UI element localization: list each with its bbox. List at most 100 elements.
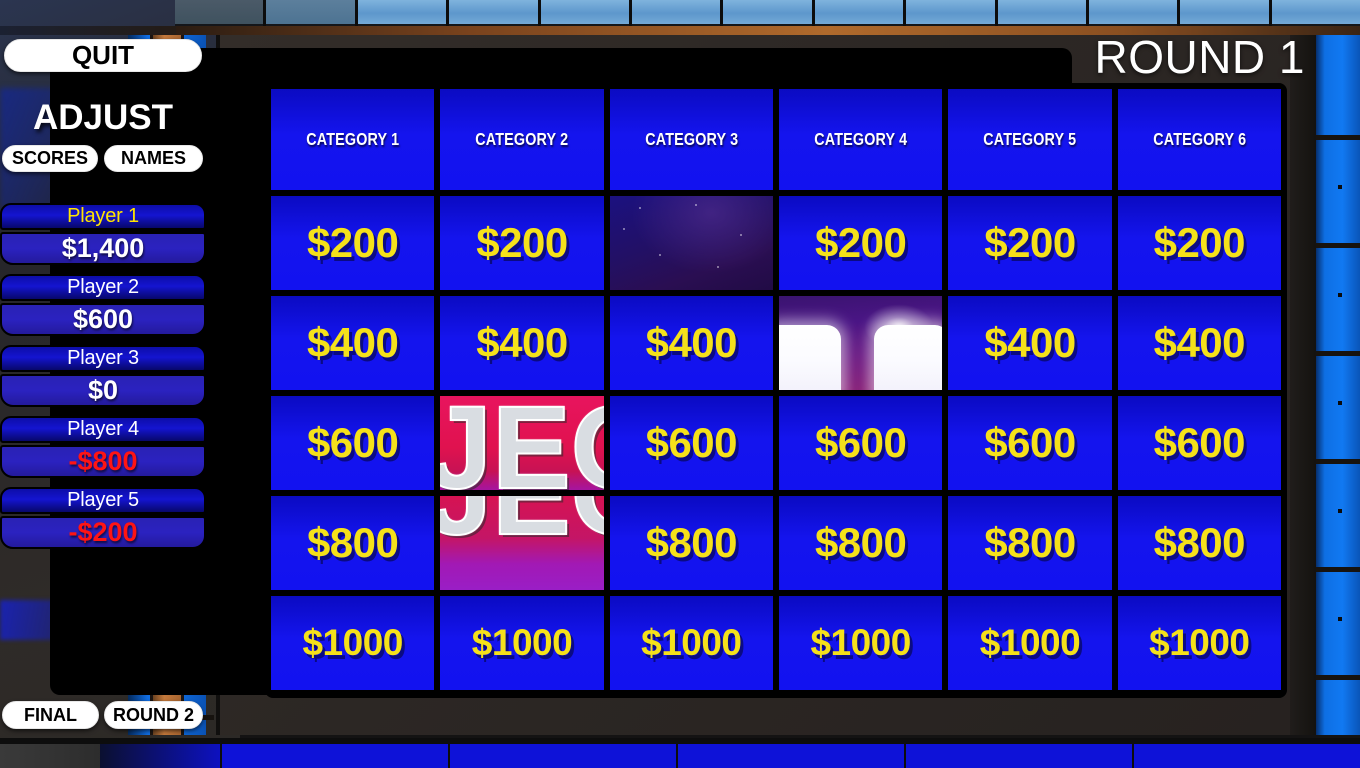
- background-panel-tile: [723, 0, 812, 26]
- background-panel-tile: [1271, 0, 1360, 26]
- clue-value: $1000: [1149, 622, 1250, 663]
- clue-cell-revealed-r4-c2[interactable]: JEO: [440, 496, 604, 590]
- clue-cell-r4-c5[interactable]: $800: [948, 496, 1112, 590]
- clue-cell-r5-c1[interactable]: $1000: [271, 596, 435, 690]
- background-column-divider: [1316, 675, 1360, 680]
- player-name[interactable]: Player 3: [0, 345, 206, 372]
- background-panel-tile: [997, 0, 1086, 26]
- player-score-panel: Player 1 $1,400 Player 2 $600 Player 3 $0 Play…: [0, 203, 206, 558]
- clue-cell-r3-c5[interactable]: $600: [948, 396, 1112, 490]
- background-bottom-segment: [100, 744, 220, 768]
- clue-cell-r3-c4[interactable]: $600: [778, 396, 943, 490]
- clue-cell-r5-c4[interactable]: $1000: [778, 596, 943, 690]
- clue-value: $1000: [979, 622, 1081, 663]
- final-jeopardy-button[interactable]: FINAL: [2, 701, 99, 729]
- background-bottom-segments: [100, 744, 1360, 768]
- clue-cell-r3-c6[interactable]: $600: [1117, 396, 1281, 490]
- clue-value: $800: [306, 519, 399, 566]
- game-stage: ROUND 1 CATEGORY 1 CATEGORY 2 CATEGORY 3 CA…: [0, 0, 1360, 768]
- player-name[interactable]: Player 5: [0, 487, 206, 514]
- clue-value: $200: [1153, 219, 1246, 266]
- background-panel-tile: [906, 0, 995, 26]
- background-top-panel-strip: [175, 0, 1360, 26]
- media-podium-shape: [778, 324, 842, 390]
- player-score[interactable]: -$200: [0, 516, 206, 549]
- clue-value: $200: [476, 219, 568, 266]
- clue-grid: CATEGORY 1 CATEGORY 2 CATEGORY 3 CATEGORY 4…: [265, 83, 1287, 698]
- clue-cell-r2-c1[interactable]: $400: [271, 296, 435, 390]
- media-jeopardy-logo-text: JEO: [440, 496, 603, 562]
- clue-value: $600: [814, 419, 907, 466]
- player-entry[interactable]: Player 3 $0: [0, 345, 206, 407]
- category-header-6[interactable]: CATEGORY 6: [1117, 89, 1281, 190]
- round-2-button[interactable]: ROUND 2: [104, 701, 203, 729]
- clue-cell-revealed-r3-c2[interactable]: JEO: [440, 396, 604, 490]
- clue-cell-r5-c5[interactable]: $1000: [948, 596, 1112, 690]
- adjust-label: ADJUST: [32, 98, 174, 137]
- adjust-scores-button[interactable]: SCORES: [2, 145, 98, 172]
- clue-cell-r3-c1[interactable]: $600: [271, 396, 435, 490]
- background-column-divider: [1316, 459, 1360, 464]
- player-entry[interactable]: Player 4 -$800: [0, 416, 206, 478]
- clue-cell-r4-c6[interactable]: $800: [1117, 496, 1281, 590]
- background-column-dot: [1338, 509, 1342, 513]
- category-header-5[interactable]: CATEGORY 5: [948, 89, 1112, 190]
- category-header-2[interactable]: CATEGORY 2: [440, 89, 604, 190]
- clue-cell-r1-c4[interactable]: $200: [778, 196, 943, 290]
- clue-value: $1000: [641, 622, 742, 663]
- player-name[interactable]: Player 1: [0, 203, 206, 230]
- player-name[interactable]: Player 2: [0, 274, 206, 301]
- clue-cell-r3-c3[interactable]: $600: [609, 396, 773, 490]
- category-header-3[interactable]: CATEGORY 3: [609, 89, 773, 190]
- clue-cell-r1-c6[interactable]: $200: [1117, 196, 1281, 290]
- clue-cell-r1-c2[interactable]: $200: [440, 196, 604, 290]
- category-label: CATEGORY 1: [306, 129, 400, 149]
- player-entry[interactable]: Player 1 $1,400: [0, 203, 206, 265]
- background-column-divider: [1316, 351, 1360, 356]
- player-entry[interactable]: Player 2 $600: [0, 274, 206, 336]
- player-score[interactable]: $0: [0, 374, 206, 407]
- round-title: ROUND 1: [1094, 31, 1305, 83]
- background-right-blue-column: [1316, 35, 1360, 735]
- clue-cell-r4-c3[interactable]: $800: [609, 496, 773, 590]
- player-entry[interactable]: Player 5 -$200: [0, 487, 206, 549]
- quit-button[interactable]: QUIT: [4, 39, 202, 72]
- category-label: CATEGORY 2: [475, 129, 569, 149]
- clue-cell-revealed-r1-c3[interactable]: [609, 196, 773, 290]
- clue-media-frame: [778, 296, 943, 390]
- clue-cell-r4-c4[interactable]: $800: [778, 496, 943, 590]
- clue-cell-r5-c6[interactable]: $1000: [1117, 596, 1281, 690]
- clue-cell-r5-c2[interactable]: $1000: [440, 596, 604, 690]
- clue-cell-r2-c3[interactable]: $400: [609, 296, 773, 390]
- clue-value: $800: [1153, 519, 1246, 566]
- clue-value: $600: [984, 419, 1076, 466]
- clue-value: $1000: [302, 622, 403, 663]
- category-header-1[interactable]: CATEGORY 1: [271, 89, 435, 190]
- category-header-4[interactable]: CATEGORY 4: [778, 89, 943, 190]
- clue-cell-r1-c1[interactable]: $200: [271, 196, 435, 290]
- clue-cell-r4-c1[interactable]: $800: [271, 496, 435, 590]
- adjust-names-button[interactable]: NAMES: [104, 145, 203, 172]
- player-score[interactable]: -$800: [0, 445, 206, 478]
- player-score[interactable]: $600: [0, 303, 206, 336]
- clue-cell-r5-c3[interactable]: $1000: [609, 596, 773, 690]
- clue-cell-r1-c5[interactable]: $200: [948, 196, 1112, 290]
- background-column-divider: [1316, 135, 1360, 140]
- clue-cell-r2-c5[interactable]: $400: [948, 296, 1112, 390]
- clue-cell-revealed-r2-c4[interactable]: [778, 296, 943, 390]
- background-column-divider: [1316, 567, 1360, 572]
- player-name[interactable]: Player 4: [0, 416, 206, 443]
- player-score[interactable]: $1,400: [0, 232, 206, 265]
- clue-value: $400: [1153, 319, 1246, 366]
- clue-cell-r2-c6[interactable]: $400: [1117, 296, 1281, 390]
- clue-cell-r2-c2[interactable]: $400: [440, 296, 604, 390]
- background-panel-tile: [1180, 0, 1269, 26]
- clue-value: $400: [645, 319, 738, 366]
- clue-value: $400: [306, 319, 399, 366]
- category-label: CATEGORY 6: [1152, 129, 1246, 149]
- background-bottom-segment: [1134, 744, 1360, 768]
- media-speck: [622, 227, 625, 230]
- background-column-dot: [1338, 401, 1342, 405]
- background-column-dot: [1338, 185, 1342, 189]
- media-podium-shape: [873, 324, 943, 390]
